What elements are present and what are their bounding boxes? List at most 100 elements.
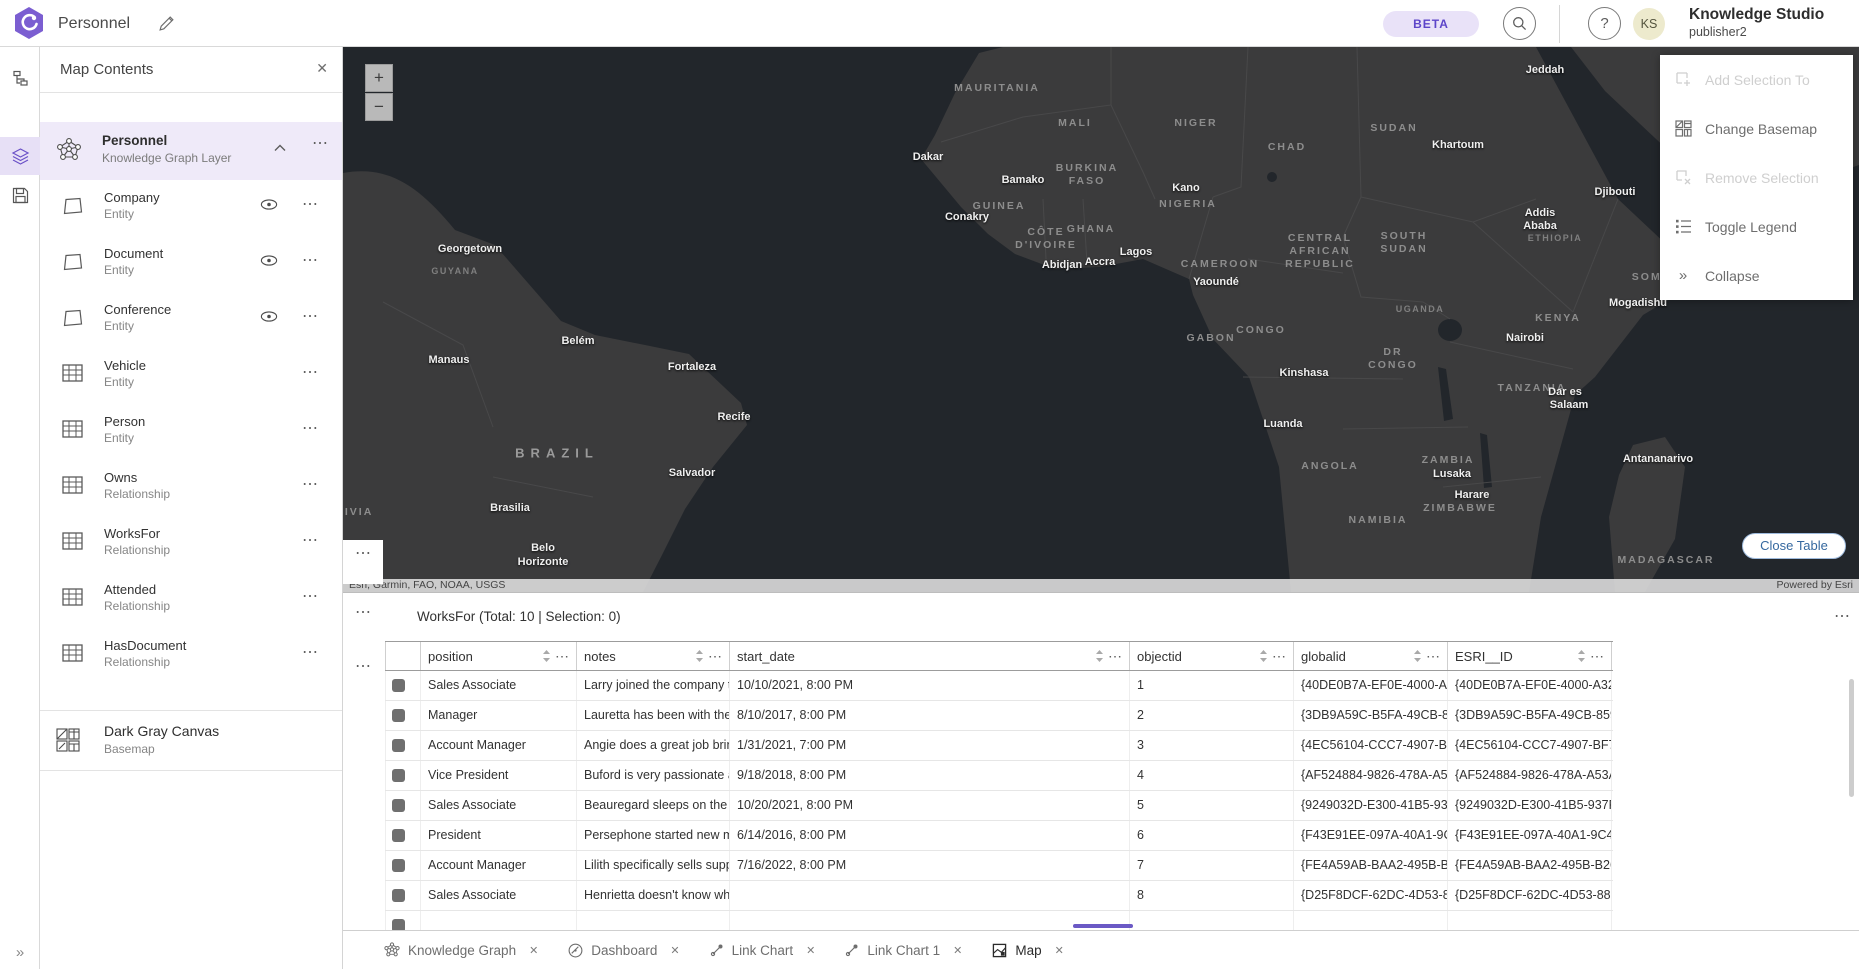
row-checkbox[interactable] xyxy=(392,679,405,692)
map-view[interactable]: MAURITANIAMALINIGERCHADSUDANBURKINAFASOG… xyxy=(343,47,1859,592)
tab-dashboard[interactable]: Dashboard ✕ xyxy=(568,943,679,958)
close-tab-icon[interactable]: ✕ xyxy=(953,944,962,957)
column-header-start-date[interactable]: start_date ⋯ xyxy=(730,642,1130,670)
close-tab-icon[interactable]: ✕ xyxy=(806,944,815,957)
layer-list-item[interactable]: Company Entity ⋯ xyxy=(40,180,342,236)
basemap-list-item[interactable]: Dark Gray Canvas Basemap xyxy=(40,710,342,771)
column-options-icon[interactable]: ⋯ xyxy=(1590,649,1605,663)
table-row[interactable]: Sales Associate Henrietta doesn't know w… xyxy=(385,881,1613,911)
row-checkbox[interactable] xyxy=(392,709,405,722)
table-row[interactable]: President Persephone started new metal o… xyxy=(385,821,1613,851)
zoom-out-button[interactable]: − xyxy=(365,93,393,121)
layer-options-icon[interactable]: ⋯ xyxy=(302,533,319,549)
column-header-notes[interactable]: notes ⋯ xyxy=(577,642,730,670)
sort-icon[interactable] xyxy=(1577,650,1586,662)
visibility-eye-icon[interactable] xyxy=(260,199,278,210)
tab-link-chart-1[interactable]: Link Chart 1 ✕ xyxy=(845,943,962,958)
table-layer-icon xyxy=(62,476,83,494)
cell-position: Account Manager xyxy=(421,851,577,880)
menu-toggle-legend[interactable]: Toggle Legend xyxy=(1660,202,1853,251)
close-tab-icon[interactable]: ✕ xyxy=(670,944,679,957)
layer-options-icon[interactable]: ⋯ xyxy=(302,421,319,437)
column-options-icon[interactable]: ⋯ xyxy=(555,649,570,663)
layer-options-icon[interactable]: ⋯ xyxy=(302,197,319,213)
column-header-globalid[interactable]: globalid ⋯ xyxy=(1294,642,1448,670)
layer-list-item[interactable]: Owns Relationship ⋯ xyxy=(40,460,342,516)
column-options-icon[interactable]: ⋯ xyxy=(1426,649,1441,663)
sort-icon[interactable] xyxy=(695,650,704,662)
table-panel-options-icon[interactable]: ⋯ xyxy=(355,605,372,621)
save-button[interactable] xyxy=(0,176,40,214)
tab-map[interactable]: Map ✕ xyxy=(992,943,1063,958)
user-avatar[interactable]: KS xyxy=(1633,8,1665,40)
edit-title-pencil-icon[interactable] xyxy=(158,15,175,32)
sort-icon[interactable] xyxy=(542,650,551,662)
data-model-button[interactable] xyxy=(0,60,40,98)
close-table-button[interactable]: Close Table xyxy=(1742,533,1846,559)
horizontal-scrollbar-thumb[interactable] xyxy=(1073,924,1133,928)
column-header-objectid[interactable]: objectid ⋯ xyxy=(1130,642,1294,670)
table-row[interactable]: Sales Associate Larry joined the company… xyxy=(385,671,1613,701)
sort-icon[interactable] xyxy=(1095,650,1104,662)
search-button[interactable] xyxy=(1503,7,1536,40)
vertical-scrollbar-thumb[interactable] xyxy=(1849,679,1854,797)
help-button[interactable]: ? xyxy=(1588,7,1621,40)
tab-link-chart[interactable]: Link Chart ✕ xyxy=(710,943,816,958)
knowledge-studio-logo-icon[interactable] xyxy=(12,6,46,40)
column-options-icon[interactable]: ⋯ xyxy=(1108,649,1123,663)
gutter-overflow-icon[interactable]: ⋯ xyxy=(355,546,372,562)
row-checkbox[interactable] xyxy=(392,799,405,812)
close-panel-icon[interactable]: ✕ xyxy=(316,60,328,77)
cell-notes: Persephone started new metal o... xyxy=(577,821,730,850)
layer-list-item[interactable]: Vehicle Entity ⋯ xyxy=(40,348,342,404)
layer-group-options-icon[interactable]: ⋯ xyxy=(312,136,329,152)
layer-list-item[interactable]: Attended Relationship ⋯ xyxy=(40,572,342,628)
table-row[interactable]: Manager Lauretta has been with the comp.… xyxy=(385,701,1613,731)
layer-list-item[interactable]: Person Entity ⋯ xyxy=(40,404,342,460)
row-checkbox[interactable] xyxy=(392,769,405,782)
menu-add-selection-to[interactable]: Add Selection To xyxy=(1660,55,1853,104)
expand-rail-button[interactable]: » xyxy=(0,939,40,965)
visibility-eye-icon[interactable] xyxy=(260,311,278,322)
layer-options-icon[interactable]: ⋯ xyxy=(302,365,319,381)
zoom-in-button[interactable]: + xyxy=(365,64,393,92)
row-checkbox[interactable] xyxy=(392,859,405,872)
layer-options-icon[interactable]: ⋯ xyxy=(302,309,319,325)
row-checkbox[interactable] xyxy=(392,829,405,842)
map-contents-button[interactable] xyxy=(0,137,40,175)
select-all-header-cell xyxy=(385,642,421,670)
sort-icon[interactable] xyxy=(1413,650,1422,662)
collapse-group-chevron-icon[interactable] xyxy=(274,144,286,152)
visibility-eye-icon[interactable] xyxy=(260,255,278,266)
row-checkbox[interactable] xyxy=(392,919,405,930)
column-header-esri-id[interactable]: ESRI__ID ⋯ xyxy=(1448,642,1612,670)
layer-list-item[interactable]: Document Entity ⋯ xyxy=(40,236,342,292)
row-checkbox[interactable] xyxy=(392,739,405,752)
table-row[interactable]: Account Manager Angie does a great job b… xyxy=(385,731,1613,761)
table-row[interactable]: Vice President Buford is very passionate… xyxy=(385,761,1613,791)
layer-options-icon[interactable]: ⋯ xyxy=(302,645,319,661)
layer-options-icon[interactable]: ⋯ xyxy=(302,253,319,269)
table-row[interactable]: Account Manager Lilith specifically sell… xyxy=(385,851,1613,881)
sort-icon[interactable] xyxy=(1259,650,1268,662)
close-tab-icon[interactable]: ✕ xyxy=(529,944,538,957)
menu-collapse[interactable]: » Collapse xyxy=(1660,251,1853,300)
layer-options-icon[interactable]: ⋯ xyxy=(302,477,319,493)
table-overflow-icon[interactable]: ⋯ xyxy=(1834,609,1851,625)
table-row[interactable]: Sales Associate Beauregard sleeps on the… xyxy=(385,791,1613,821)
column-header-position[interactable]: position ⋯ xyxy=(421,642,577,670)
row-checkbox[interactable] xyxy=(392,889,405,902)
menu-remove-selection[interactable]: Remove Selection xyxy=(1660,153,1853,202)
layer-group-personnel[interactable]: Personnel Knowledge Graph Layer ⋯ xyxy=(40,122,342,180)
layer-options-icon[interactable]: ⋯ xyxy=(302,589,319,605)
menu-change-basemap[interactable]: Change Basemap xyxy=(1660,104,1853,153)
tab-knowledge-graph[interactable]: Knowledge Graph ✕ xyxy=(384,942,538,958)
close-tab-icon[interactable]: ✕ xyxy=(1055,944,1064,957)
table-row[interactable] xyxy=(385,911,1613,930)
layer-list-item[interactable]: HasDocument Relationship ⋯ xyxy=(40,628,342,684)
column-options-icon[interactable]: ⋯ xyxy=(708,649,723,663)
header-gutter-options-icon[interactable]: ⋯ xyxy=(355,659,372,675)
layer-list-item[interactable]: Conference Entity ⋯ xyxy=(40,292,342,348)
column-options-icon[interactable]: ⋯ xyxy=(1272,649,1287,663)
layer-list-item[interactable]: WorksFor Relationship ⋯ xyxy=(40,516,342,572)
